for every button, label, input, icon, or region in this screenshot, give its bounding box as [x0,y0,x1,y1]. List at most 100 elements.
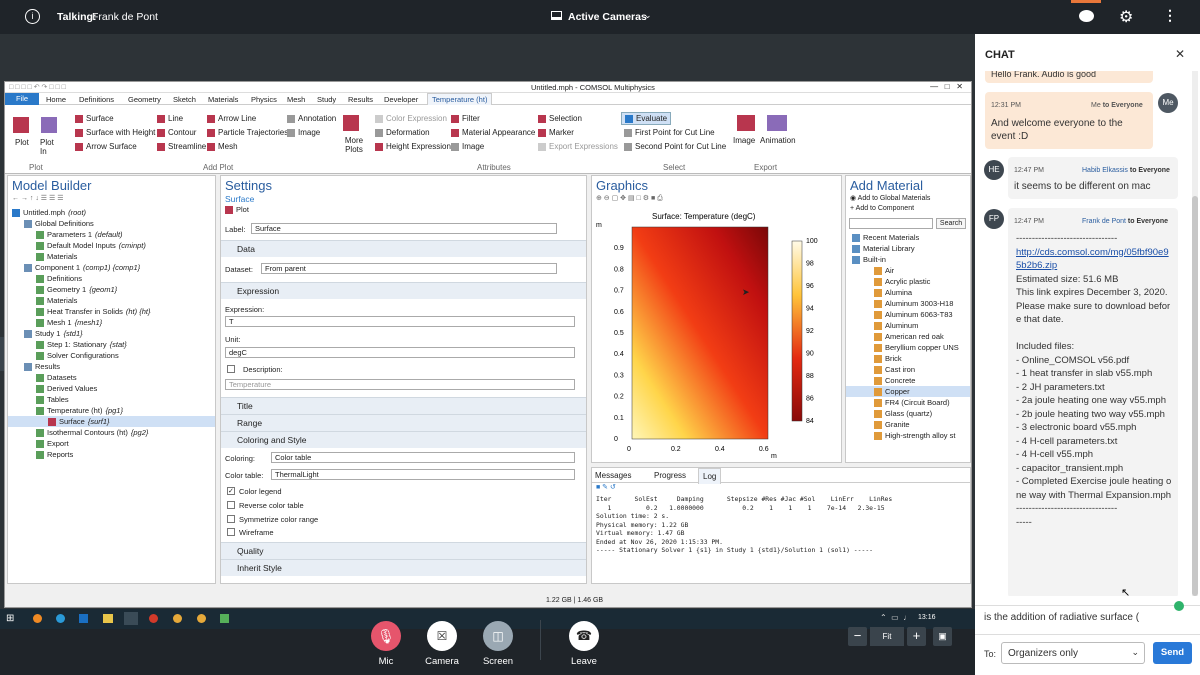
add-to-global-button[interactable]: ◉ Add to Global Materials [846,194,970,205]
tab-progress[interactable]: Progress [654,471,686,480]
section-inherit-style[interactable]: Inherit Style [221,559,586,576]
mesh-button[interactable]: Mesh [207,142,238,151]
tree-item[interactable]: Solver Configurations [8,350,215,361]
camera-button[interactable]: ☒ Camera [420,621,464,667]
tree-item[interactable]: Surface {surf1} [8,416,215,427]
selection-button[interactable]: Selection [538,114,582,123]
image-export-icon[interactable] [737,115,755,131]
deformation-button[interactable]: Deformation [375,128,430,137]
tab-file[interactable]: File [5,93,39,105]
material-item[interactable]: Beryllium copper UNS [846,342,970,353]
material-item[interactable]: Acrylic plastic [846,276,970,287]
filter-button[interactable]: Filter [451,114,480,123]
material-item[interactable]: American red oak [846,331,970,342]
color-legend-checkbox[interactable]: ✓ [227,487,235,495]
material-item[interactable]: Air [846,265,970,276]
tree-item[interactable]: Default Model Inputs (cminpt) [8,240,215,251]
tree-item[interactable]: Isothermal Contours (ht) {pg2} [8,427,215,438]
material-item[interactable]: Copper [846,386,970,397]
plot-in-icon[interactable] [41,117,57,133]
windows-start-icon[interactable]: ⊞ [6,613,14,624]
tree-item[interactable]: Geometry 1 {geom1} [8,284,215,295]
section-range[interactable]: Range [221,414,586,431]
tab-definitions[interactable]: Definitions [79,95,114,104]
snapshot-icon[interactable]: ▣ [933,627,952,646]
material-search-button[interactable]: Search [936,218,966,229]
surface-height-button[interactable]: Surface with Height [75,128,155,137]
mic-button[interactable]: 🎙 Mic [364,621,408,667]
tab-developer[interactable]: Developer [384,95,418,104]
annotation-button[interactable]: Annotation [287,114,336,123]
streamline-button[interactable]: Streamline [157,142,206,151]
arrow-line-button[interactable]: Arrow Line [207,114,256,123]
material-item[interactable]: Alumina [846,287,970,298]
tree-item[interactable]: Materials [8,295,215,306]
material-item[interactable]: FR4 (Circuit Board) [846,397,970,408]
material-item[interactable]: Aluminum 6063-T83 [846,309,970,320]
screen-button[interactable]: ◫ Screen [476,621,520,667]
tab-geometry[interactable]: Geometry [128,95,161,104]
animation-button[interactable]: Animation [760,136,796,145]
color-table-select[interactable]: ThermalLight [271,469,575,480]
symmetrize-checkbox[interactable] [227,515,235,523]
height-expression-button[interactable]: Height Expression [375,142,451,151]
material-item[interactable]: Aluminum [846,320,970,331]
export-expressions-button[interactable]: Export Expressions [538,142,618,151]
expression-input[interactable]: T [225,316,575,327]
color-expression-button[interactable]: Color Expression [375,114,447,123]
gear-icon[interactable]: ⚙ [1119,7,1133,27]
chat-input[interactable]: is the addition of radiative surface ( [975,601,1200,629]
label-input[interactable]: Surface [251,223,557,234]
tree-item[interactable]: Definitions [8,273,215,284]
app-icon-8[interactable] [197,614,206,623]
app-icon-6[interactable] [149,614,158,623]
material-item[interactable]: Recent Materials [846,232,970,243]
app-icon-2[interactable] [56,614,65,623]
tab-home[interactable]: Home [46,95,66,104]
more-plots-icon[interactable] [343,115,359,131]
dataset-select[interactable]: From parent [261,263,557,274]
surface-button[interactable]: Surface [75,114,114,123]
tree-item[interactable]: Study 1 {std1} [8,328,215,339]
zoom-in-button[interactable]: + [907,627,926,646]
tree-item[interactable]: Temperature (ht) {pg1} [8,405,215,416]
chat-icon[interactable] [1079,10,1094,22]
download-link[interactable]: http://cds.comsol.com/mg/05fbf90e95b2b6.… [1016,246,1172,273]
app-icon-3[interactable] [79,614,88,623]
description-checkbox[interactable] [227,365,235,373]
temperature-heatmap-plot[interactable]: Surface: Temperature (degC) m m 0 0.2 0.4 0… [592,208,840,462]
log-toolbar[interactable]: ■ ✎ ↺ [592,483,970,495]
material-item[interactable]: High-strength alloy st [846,430,970,441]
tab-physics[interactable]: Physics [251,95,277,104]
info-icon[interactable]: i [25,9,40,24]
tree-item[interactable]: Global Definitions [8,218,215,229]
plot-button[interactable]: Plot [15,138,29,147]
more-options-icon[interactable]: ⋮ [1163,7,1177,24]
unit-select[interactable]: degC [225,347,575,358]
image-export-button[interactable]: Image [733,136,755,145]
tree-item[interactable]: Untitled.mph (root) [8,207,215,218]
material-item[interactable]: Built-in [846,254,970,265]
tray-icons[interactable]: ⌃ ▭ ♩ [880,613,911,622]
tree-item[interactable]: Component 1 (comp1) {comp1} [8,262,215,273]
section-coloring[interactable]: Coloring and Style [221,431,586,448]
second-point-button[interactable]: Second Point for Cut Line [624,142,726,151]
tab-study[interactable]: Study [317,95,336,104]
tab-temperature[interactable]: Temperature (ht) [427,93,493,105]
material-item[interactable]: Granite [846,419,970,430]
material-item[interactable]: Aluminum 3003-H18 [846,298,970,309]
particle-trajectories-button[interactable]: Particle Trajectories [207,128,288,137]
plot-icon[interactable] [13,117,29,133]
tree-item[interactable]: Tables [8,394,215,405]
plot-settings-button[interactable]: Plot [221,205,586,222]
line-button[interactable]: Line [157,114,183,123]
app-icon-5[interactable] [124,612,138,625]
first-point-button[interactable]: First Point for Cut Line [624,128,715,137]
plot-in-button[interactable]: Plot In [40,138,60,156]
material-appearance-button[interactable]: Material Appearance [451,128,535,137]
tree-item[interactable]: Mesh 1 {mesh1} [8,317,215,328]
tab-sketch[interactable]: Sketch [173,95,196,104]
zoom-out-button[interactable]: − [848,627,867,646]
description-input[interactable]: Temperature [225,379,575,390]
material-item[interactable]: Brick [846,353,970,364]
